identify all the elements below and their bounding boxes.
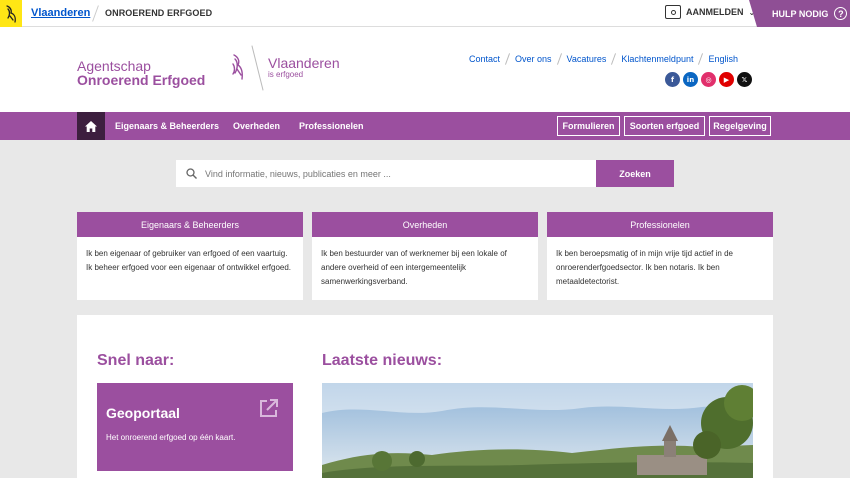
social-links: f in ◎ ▶ 𝕏	[665, 72, 752, 87]
nav-soorten-erfgoed[interactable]: Soorten erfgoed	[624, 116, 705, 136]
site-header: Agentschap Onroerend Erfgoed Vlaanderen …	[0, 27, 850, 112]
tile-description: Het onroerend erfgoed op één kaart.	[106, 433, 236, 442]
flemish-lion-logo[interactable]	[0, 0, 22, 27]
util-link-over-ons[interactable]: Over ons	[508, 54, 559, 64]
login-button[interactable]: AANMELDEN ⌄	[665, 5, 755, 19]
search-input[interactable]	[205, 168, 585, 179]
card-text: Ik ben eigenaar of gebruiker van erfgoed…	[86, 249, 292, 272]
youtube-icon[interactable]: ▶	[719, 72, 734, 87]
nav-eigenaars[interactable]: Eigenaars & Beheerders	[115, 121, 219, 131]
help-icon: ?	[834, 7, 848, 20]
vlaanderen-link[interactable]: Vlaanderen	[31, 7, 90, 19]
util-link-vacatures[interactable]: Vacatures	[560, 54, 614, 64]
instagram-icon[interactable]: ◎	[701, 72, 716, 87]
nav-overheden[interactable]: Overheden	[233, 121, 280, 131]
nav-formulieren[interactable]: Formulieren	[557, 116, 620, 136]
linkedin-icon[interactable]: in	[683, 72, 698, 87]
main-nav: Eigenaars & Beheerders Overheden Profess…	[0, 112, 850, 140]
audience-card-eigenaars[interactable]: Eigenaars & Beheerders Ik ben eigenaar o…	[77, 212, 303, 300]
utility-nav: Contact Over ons Vacatures Klachtenmeldp…	[462, 53, 745, 65]
news-image[interactable]	[322, 383, 753, 478]
util-link-contact[interactable]: Contact	[462, 54, 507, 64]
quick-links-title: Snel naar:	[97, 352, 175, 369]
external-link-icon	[260, 399, 278, 417]
util-link-english[interactable]: English	[701, 54, 745, 64]
nav-regelgeving[interactable]: Regelgeving	[709, 116, 771, 136]
brand-name[interactable]: Vlaanderen	[268, 55, 340, 71]
home-icon	[85, 120, 97, 132]
facebook-icon[interactable]: f	[665, 72, 680, 87]
card-title[interactable]: Overheden	[312, 212, 538, 237]
tile-title: Geoportaal	[106, 405, 180, 421]
site-crumb[interactable]: ONROEREND ERFGOED	[105, 8, 212, 18]
x-icon[interactable]: 𝕏	[737, 72, 752, 87]
util-link-klachtenmeldpunt[interactable]: Klachtenmeldpunt	[614, 54, 700, 64]
user-card-icon	[665, 5, 681, 19]
news-title: Laatste nieuws:	[322, 352, 443, 369]
search-icon	[186, 168, 197, 179]
nav-professionelen[interactable]: Professionelen	[299, 121, 364, 131]
audience-card-overheden[interactable]: Overheden Ik ben bestuurder van of werkn…	[312, 212, 538, 300]
landscape-photo	[322, 383, 753, 478]
audience-card-professionelen[interactable]: Professionelen Ik ben beroepsmatig of in…	[547, 212, 773, 300]
geoportaal-tile[interactable]: Geoportaal Het onroerend erfgoed op één …	[97, 383, 293, 471]
search-box	[176, 160, 596, 187]
help-button[interactable]: HULP NODIG ?	[749, 0, 850, 27]
card-text: Ik ben bestuurder van of werknemer bij e…	[321, 249, 507, 286]
login-label: AANMELDEN	[686, 7, 744, 17]
card-text: Ik ben beroepsmatig of in mijn vrije tij…	[556, 249, 733, 286]
top-bar: Vlaanderen ONROEREND ERFGOED AANMELDEN ⌄…	[0, 0, 850, 27]
help-label: HULP NODIG	[772, 8, 829, 19]
search-button[interactable]: Zoeken	[596, 160, 674, 187]
card-title[interactable]: Professionelen	[547, 212, 773, 237]
brand-tagline: is erfgoed	[268, 70, 304, 79]
lion-icon	[6, 4, 16, 23]
org-name-line2[interactable]: Onroerend Erfgoed	[77, 72, 205, 88]
card-title[interactable]: Eigenaars & Beheerders	[77, 212, 303, 237]
topbar-divider	[92, 5, 99, 22]
brand-divider	[251, 45, 264, 91]
vlaanderen-lion-icon	[232, 54, 243, 80]
home-button[interactable]	[77, 112, 105, 140]
